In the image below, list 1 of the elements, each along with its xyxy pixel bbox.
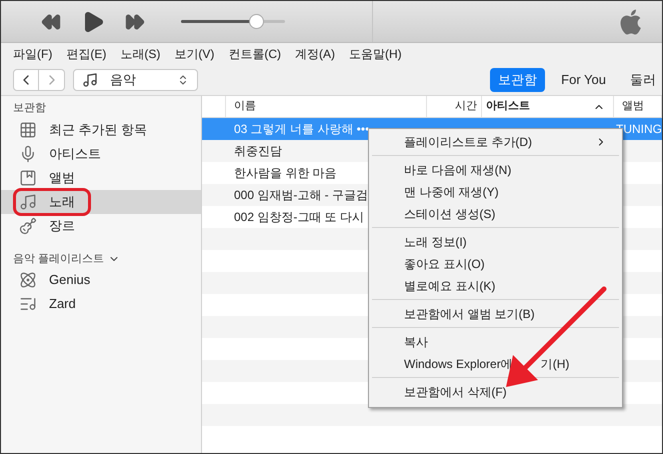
sidebar-section-title: 보관함 [12,101,47,116]
